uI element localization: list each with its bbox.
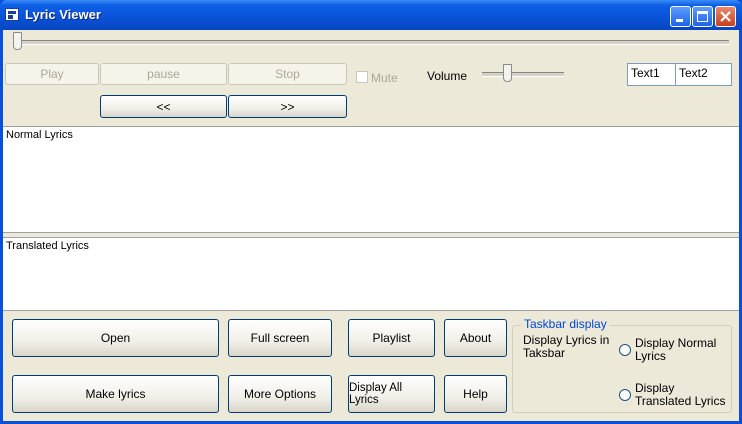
- mute-checkbox[interactable]: [356, 71, 368, 83]
- stop-button[interactable]: Stop: [228, 63, 347, 85]
- normal-lyrics-label: Normal Lyrics: [6, 129, 73, 141]
- close-icon: [720, 11, 731, 22]
- about-button[interactable]: About: [444, 319, 507, 357]
- display-translated-label[interactable]: Display Translated Lyrics: [635, 382, 731, 408]
- previous-button[interactable]: <<: [100, 95, 227, 118]
- maximize-icon: [697, 11, 708, 22]
- help-button[interactable]: Help: [444, 375, 507, 413]
- position-slider-thumb[interactable]: [13, 32, 22, 50]
- position-slider-track[interactable]: [15, 40, 729, 45]
- open-button[interactable]: Open: [12, 319, 219, 357]
- text2-field[interactable]: Text2: [675, 63, 732, 86]
- app-icon: [5, 8, 19, 21]
- taskbar-description: Display Lyrics in Taksbar: [523, 333, 610, 360]
- close-button[interactable]: [715, 6, 736, 27]
- make-lyrics-button[interactable]: Make lyrics: [12, 375, 219, 413]
- volume-slider-track[interactable]: [482, 72, 564, 77]
- window-title: Lyric Viewer: [25, 7, 101, 22]
- display-all-lyrics-button[interactable]: Display All Lyrics: [348, 375, 435, 413]
- minimize-icon: [676, 19, 683, 22]
- normal-lyrics-box[interactable]: Normal Lyrics: [3, 126, 739, 233]
- app-window: Lyric Viewer Play pause Stop Mute Volume…: [0, 0, 742, 424]
- display-translated-radio[interactable]: [619, 389, 631, 401]
- next-button[interactable]: >>: [228, 95, 347, 118]
- volume-label: Volume: [427, 69, 468, 83]
- main-content: Play pause Stop Mute Volume Text1 Text2 …: [3, 30, 739, 421]
- mute-label: Mute: [371, 71, 398, 85]
- display-normal-radio[interactable]: [619, 344, 631, 356]
- pause-button[interactable]: pause: [100, 63, 227, 85]
- more-options-button[interactable]: More Options: [228, 375, 332, 413]
- display-normal-label[interactable]: Display Normal Lyrics: [635, 337, 731, 363]
- full-screen-button[interactable]: Full screen: [228, 319, 332, 357]
- maximize-button[interactable]: [692, 6, 713, 27]
- play-button[interactable]: Play: [5, 63, 99, 85]
- taskbar-display-title: Taskbar display: [521, 317, 610, 331]
- title-bar[interactable]: Lyric Viewer: [0, 0, 742, 30]
- playlist-button[interactable]: Playlist: [348, 319, 435, 357]
- volume-slider-thumb[interactable]: [503, 64, 512, 82]
- text1-field[interactable]: Text1: [627, 63, 676, 86]
- translated-lyrics-box[interactable]: Translated Lyrics: [3, 237, 739, 311]
- translated-lyrics-label: Translated Lyrics: [6, 240, 89, 252]
- minimize-button[interactable]: [670, 6, 691, 27]
